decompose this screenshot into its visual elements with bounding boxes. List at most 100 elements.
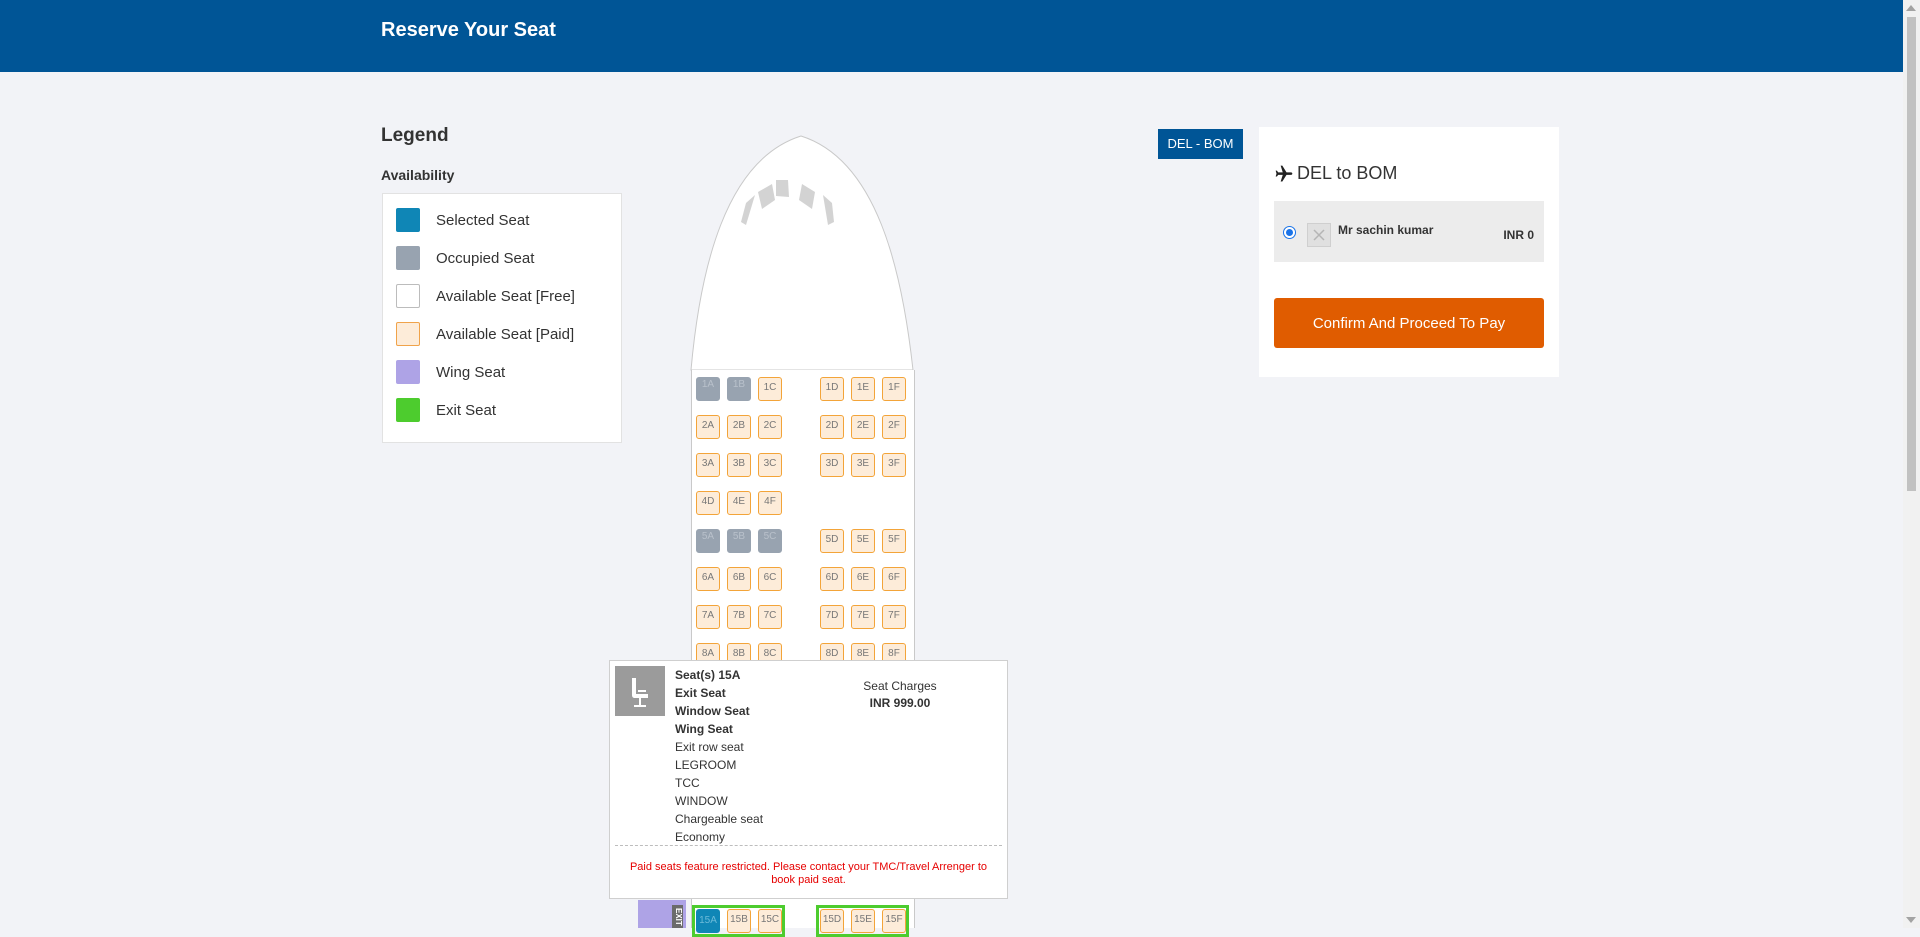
- seat-15a[interactable]: 15A: [696, 909, 720, 933]
- feature: Economy: [675, 830, 726, 844]
- feature: Exit row seat: [675, 740, 744, 754]
- seat-7b[interactable]: 7B: [727, 605, 751, 629]
- charges-value: INR 999.00: [869, 696, 931, 710]
- seat-info-tooltip: Seat(s) 15A Exit Seat Window Seat Wing S…: [609, 660, 1008, 899]
- divider: [615, 845, 1002, 846]
- paid-seat-warning: Paid seats feature restricted. Please co…: [629, 861, 988, 886]
- airplane-icon: [1275, 165, 1293, 181]
- seat-icon: [615, 666, 665, 716]
- scrollbar[interactable]: [1903, 0, 1920, 928]
- legend-item-occupied: Occupied Seat: [396, 245, 534, 271]
- seat-4d[interactable]: 4D: [696, 491, 720, 515]
- page-title: Reserve Your Seat: [381, 19, 556, 41]
- seat-features: Seat(s) 15A Exit Seat Window Seat Wing S…: [675, 666, 763, 846]
- passenger-row[interactable]: Mr sachin kumar INR 0: [1274, 201, 1544, 262]
- seat-6d[interactable]: 6D: [820, 567, 844, 591]
- seat-2b[interactable]: 2B: [727, 415, 751, 439]
- seat-3d[interactable]: 3D: [820, 453, 844, 477]
- scrollbar-thumb[interactable]: [1907, 17, 1916, 491]
- feature: TCC: [675, 776, 700, 790]
- seat-2d[interactable]: 2D: [820, 415, 844, 439]
- seat-6a[interactable]: 6A: [696, 567, 720, 591]
- seat-15d[interactable]: 15D: [820, 909, 844, 933]
- seat-2e[interactable]: 2E: [851, 415, 875, 439]
- seat-6e[interactable]: 6E: [851, 567, 875, 591]
- seat-5e[interactable]: 5E: [851, 529, 875, 553]
- seat-4f[interactable]: 4F: [758, 491, 782, 515]
- seat-7f[interactable]: 7F: [882, 605, 906, 629]
- seat-5c[interactable]: 5C: [758, 529, 782, 553]
- passenger-radio[interactable]: [1283, 226, 1296, 239]
- availability-label: Availability: [381, 167, 455, 183]
- legend-item-wing: Wing Seat: [396, 359, 505, 385]
- scroll-up-icon[interactable]: [1906, 5, 1916, 11]
- seat-1b[interactable]: 1B: [727, 377, 751, 401]
- selected-swatch: [396, 208, 420, 232]
- seat-15f[interactable]: 15F: [882, 909, 906, 933]
- legend-title: Legend: [381, 125, 449, 146]
- legend-label: Occupied Seat: [436, 249, 535, 267]
- seat-3e[interactable]: 3E: [851, 453, 875, 477]
- legend-item-free: Available Seat [Free]: [396, 283, 575, 309]
- seat-6b[interactable]: 6B: [727, 567, 751, 591]
- seat-2a[interactable]: 2A: [696, 415, 720, 439]
- paid-swatch: [396, 322, 420, 346]
- confirm-proceed-button[interactable]: Confirm And Proceed To Pay: [1274, 298, 1544, 348]
- legend-label: Available Seat [Paid]: [436, 325, 575, 343]
- plane-nose-graphic: [690, 135, 914, 371]
- route-badge[interactable]: DEL - BOM: [1158, 129, 1243, 159]
- seat-1f[interactable]: 1F: [882, 377, 906, 401]
- scroll-down-icon[interactable]: [1906, 917, 1916, 923]
- exit-marker: EXIT: [672, 905, 683, 928]
- seat-7c[interactable]: 7C: [758, 605, 782, 629]
- seat-id-label: Seat(s) 15A: [675, 668, 741, 682]
- seat-6c[interactable]: 6C: [758, 567, 782, 591]
- seat-1c[interactable]: 1C: [758, 377, 782, 401]
- seat-3c[interactable]: 3C: [758, 453, 782, 477]
- seat-1d[interactable]: 1D: [820, 377, 844, 401]
- seat-clear-icon[interactable]: [1307, 223, 1331, 247]
- charges-label: Seat Charges: [863, 679, 937, 693]
- exit-swatch: [396, 398, 420, 422]
- legend-label: Available Seat [Free]: [436, 287, 575, 305]
- seat-7a[interactable]: 7A: [696, 605, 720, 629]
- seat-15b[interactable]: 15B: [727, 909, 751, 933]
- seat-4e[interactable]: 4E: [727, 491, 751, 515]
- seat-3a[interactable]: 3A: [696, 453, 720, 477]
- seat-15e[interactable]: 15E: [851, 909, 875, 933]
- occupied-swatch: [396, 246, 420, 270]
- seat-2c[interactable]: 2C: [758, 415, 782, 439]
- feature-bold: Exit Seat: [675, 686, 726, 700]
- feature: Chargeable seat: [675, 812, 764, 826]
- legend-box: Selected Seat Occupied Seat Available Se…: [382, 193, 622, 443]
- seat-7e[interactable]: 7E: [851, 605, 875, 629]
- legend-label: Selected Seat: [436, 211, 530, 229]
- legend-label: Exit Seat: [436, 401, 497, 419]
- route-title: DEL to BOM: [1274, 163, 1397, 184]
- seat-5b[interactable]: 5B: [727, 529, 751, 553]
- route-title-text: DEL to BOM: [1297, 163, 1398, 183]
- legend-item-selected: Selected Seat: [396, 207, 529, 233]
- seat-5f[interactable]: 5F: [882, 529, 906, 553]
- header-bar: Reserve Your Seat: [0, 0, 1903, 72]
- feature-bold: Window Seat: [675, 704, 750, 718]
- seat-5a[interactable]: 5A: [696, 529, 720, 553]
- passenger-amount: INR 0: [1503, 228, 1534, 242]
- legend-label: Wing Seat: [436, 363, 506, 381]
- seat-1a[interactable]: 1A: [696, 377, 720, 401]
- feature-bold: Wing Seat: [675, 722, 733, 736]
- feature: LEGROOM: [675, 758, 737, 772]
- free-swatch: [396, 284, 420, 308]
- feature: WINDOW: [675, 794, 728, 808]
- legend-item-paid: Available Seat [Paid]: [396, 321, 574, 347]
- legend-item-exit: Exit Seat: [396, 397, 496, 423]
- seat-15c[interactable]: 15C: [758, 909, 782, 933]
- seat-6f[interactable]: 6F: [882, 567, 906, 591]
- seat-2f[interactable]: 2F: [882, 415, 906, 439]
- seat-3f[interactable]: 3F: [882, 453, 906, 477]
- seat-3b[interactable]: 3B: [727, 453, 751, 477]
- seat-7d[interactable]: 7D: [820, 605, 844, 629]
- wing-swatch: [396, 360, 420, 384]
- seat-5d[interactable]: 5D: [820, 529, 844, 553]
- seat-1e[interactable]: 1E: [851, 377, 875, 401]
